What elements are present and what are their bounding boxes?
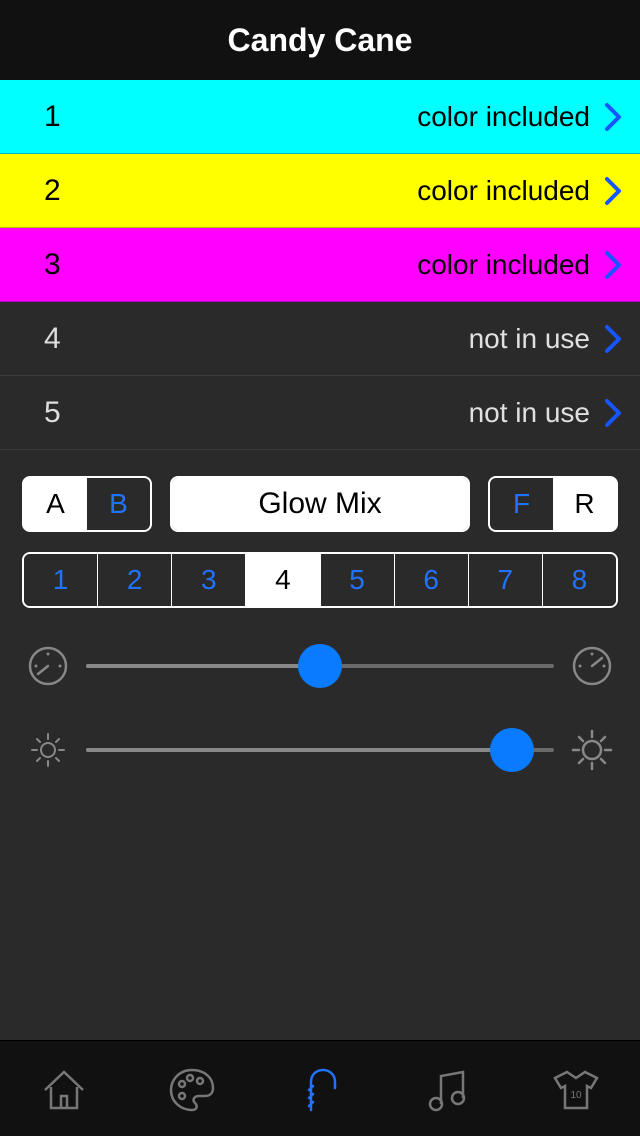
color-row-3[interactable]: 3 color included: [0, 228, 640, 302]
color-row-number: 4: [44, 322, 61, 356]
chevron-right-icon: [604, 398, 622, 428]
segment-ab: A B: [22, 476, 152, 532]
segment-number-4[interactable]: 4: [246, 554, 320, 606]
segment-number-3[interactable]: 3: [172, 554, 246, 606]
color-row-number: 1: [44, 100, 61, 134]
page-title: Candy Cane: [228, 22, 413, 59]
segment-a-button[interactable]: A: [24, 478, 87, 530]
svg-text:10: 10: [570, 1090, 582, 1101]
color-row-4[interactable]: 4 not in use: [0, 302, 640, 376]
chevron-right-icon: [604, 102, 622, 132]
brightness-slider-row: [22, 728, 618, 772]
segment-mode: Glow Mix: [170, 476, 470, 532]
color-row-number: 5: [44, 396, 61, 430]
segment-b-button[interactable]: B: [87, 478, 150, 530]
segment-f-button[interactable]: F: [490, 478, 553, 530]
color-row-status: color included: [417, 101, 590, 133]
tab-candy[interactable]: [256, 1041, 384, 1136]
color-row-status: color included: [417, 249, 590, 281]
speed-slider-row: [22, 644, 618, 688]
segment-number-5[interactable]: 5: [321, 554, 395, 606]
color-row-status: color included: [417, 175, 590, 207]
header: Candy Cane: [0, 0, 640, 80]
segment-number-2[interactable]: 2: [98, 554, 172, 606]
tab-bar: 10: [0, 1040, 640, 1136]
controls: A B Glow Mix F R 12345678: [0, 450, 640, 812]
chevron-right-icon: [604, 324, 622, 354]
color-list: 1 color included 2 color included 3 color inc…: [0, 80, 640, 450]
gauge-slow-icon: [26, 644, 70, 688]
segment-fr: F R: [488, 476, 618, 532]
color-row-number: 3: [44, 248, 61, 282]
brightness-slider[interactable]: [86, 728, 554, 772]
color-row-2[interactable]: 2 color included: [0, 154, 640, 228]
color-row-status: not in use: [469, 397, 590, 429]
segment-number-7[interactable]: 7: [469, 554, 543, 606]
sun-dim-icon: [26, 728, 70, 772]
mode-button[interactable]: Glow Mix: [172, 478, 468, 530]
color-row-number: 2: [44, 174, 61, 208]
segment-number-1[interactable]: 1: [24, 554, 98, 606]
tab-home[interactable]: [0, 1041, 128, 1136]
segment-number-8[interactable]: 8: [543, 554, 616, 606]
color-row-status: not in use: [469, 323, 590, 355]
segment-row-top: A B Glow Mix F R: [22, 476, 618, 532]
tab-music[interactable]: [384, 1041, 512, 1136]
segment-r-button[interactable]: R: [553, 478, 616, 530]
chevron-right-icon: [604, 250, 622, 280]
color-row-1[interactable]: 1 color included: [0, 80, 640, 154]
tab-jersey[interactable]: 10: [512, 1041, 640, 1136]
speed-slider[interactable]: [86, 644, 554, 688]
sun-bright-icon: [570, 728, 614, 772]
segment-number-6[interactable]: 6: [395, 554, 469, 606]
tab-palette[interactable]: [128, 1041, 256, 1136]
gauge-fast-icon: [570, 644, 614, 688]
color-row-5[interactable]: 5 not in use: [0, 376, 640, 450]
content: 1 color included 2 color included 3 color inc…: [0, 80, 640, 1040]
chevron-right-icon: [604, 176, 622, 206]
segment-numbers: 12345678: [22, 552, 618, 608]
